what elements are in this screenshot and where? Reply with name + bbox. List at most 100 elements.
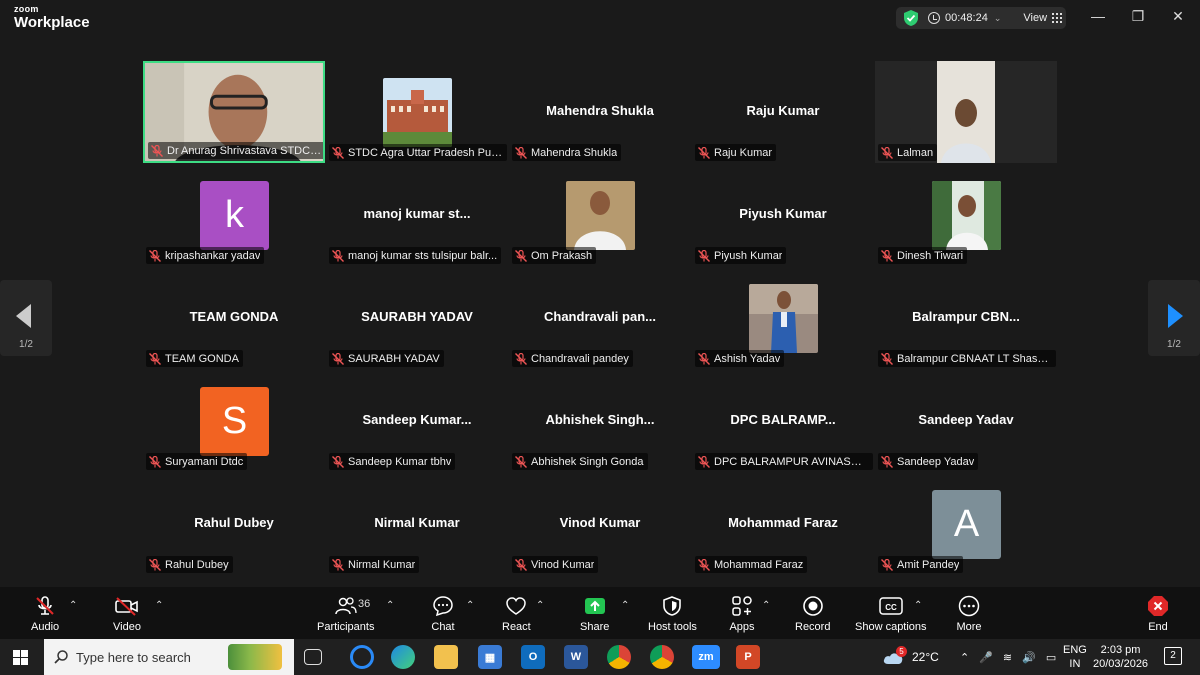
prev-page-button[interactable]: 1/2 (0, 280, 52, 356)
participant-name: Vinod Kumar (531, 558, 595, 571)
task-view-icon[interactable] (304, 649, 322, 665)
system-tray: ⌃ 🎤 ≋ 🔊 ▭ (960, 639, 1056, 675)
more-button[interactable]: More (955, 595, 983, 633)
participant-tile[interactable]: Dinesh Tiwari (875, 164, 1057, 266)
participant-name: Nirmal Kumar (348, 558, 416, 571)
mic-muted-icon (697, 146, 711, 159)
windows-start-icon[interactable] (13, 650, 28, 665)
audio-button[interactable]: Audio (31, 595, 59, 633)
participant-tile[interactable]: TEAM GONDA TEAM GONDA (143, 267, 325, 369)
tray-chevron-up-icon[interactable]: ⌃ (960, 651, 969, 664)
participant-display-name: Mohammad Faraz (728, 515, 838, 530)
taskbar-clock[interactable]: 2:03 pm 20/03/2026 (1093, 643, 1148, 671)
search-placeholder: Type here to search (76, 649, 191, 665)
participant-name-label: Vinod Kumar (512, 556, 599, 573)
participant-tile[interactable]: S Suryamani Dtdc (143, 370, 325, 472)
heart-icon (502, 595, 530, 617)
mic-tray-icon[interactable]: 🎤 (979, 651, 993, 664)
share-button[interactable]: Share (580, 595, 609, 633)
participant-tile[interactable]: Lalman (875, 61, 1057, 163)
weather-widget[interactable]: 5 22°C (882, 639, 939, 675)
react-button[interactable]: React (502, 595, 531, 633)
participant-tile[interactable]: Mohammad Faraz Mohammad Faraz (692, 473, 874, 575)
participant-tile[interactable]: manoj kumar st... manoj kumar sts tulsipu… (326, 164, 508, 266)
record-button[interactable]: Record (795, 595, 830, 633)
taskbar-search[interactable]: Type here to search (44, 639, 294, 675)
edge-icon[interactable] (391, 645, 415, 669)
language-indicator[interactable]: ENG IN (1063, 643, 1087, 671)
powerpoint-icon[interactable]: P (736, 645, 760, 669)
zoom-app-icon[interactable]: zm (692, 645, 720, 669)
participant-tile[interactable]: Sandeep Kumar... Sandeep Kumar tbhv (326, 370, 508, 472)
participant-tile[interactable]: SAURABH YADAV SAURABH YADAV (326, 267, 508, 369)
meeting-timer: 00:48:24 (945, 12, 988, 24)
outlook-icon[interactable]: O (521, 645, 545, 669)
participants-chevron-up-icon[interactable]: ⌃ (386, 600, 394, 611)
mic-muted-icon (514, 455, 528, 468)
notification-icon[interactable]: 2 (1164, 647, 1182, 665)
mic-muted-icon (697, 558, 711, 571)
participant-name: Rahul Dubey (165, 558, 229, 571)
participant-tile[interactable]: DPC BALRAMP... DPC BALRAMPUR AVINASH VI..… (692, 370, 874, 472)
participant-tile[interactable]: Chandravali pan... Chandravali pandey (509, 267, 691, 369)
close-icon[interactable]: ✕ (1163, 8, 1193, 25)
store-icon[interactable]: ▦ (478, 645, 502, 669)
search-highlight-image (228, 644, 282, 670)
word-icon[interactable]: W (564, 645, 588, 669)
weather-badge: 5 (896, 646, 907, 657)
mic-muted-icon (331, 249, 345, 262)
participant-name-label: Lalman (878, 144, 938, 161)
react-chevron-up-icon[interactable]: ⌃ (536, 600, 544, 611)
chat-button[interactable]: Chat (429, 595, 457, 633)
restore-icon[interactable]: ❐ (1123, 8, 1153, 25)
minimize-icon[interactable]: — (1083, 8, 1113, 24)
participant-tile[interactable]: Nirmal Kumar Nirmal Kumar (326, 473, 508, 575)
participant-tile[interactable]: Raju Kumar Raju Kumar (692, 61, 874, 163)
participant-tile[interactable]: Abhishek Singh... Abhishek Singh Gonda (509, 370, 691, 472)
participant-display-name: Mahendra Shukla (546, 103, 654, 118)
participant-display-name: TEAM GONDA (189, 309, 279, 324)
video-chevron-up-icon[interactable]: ⌃ (155, 600, 163, 611)
timer-chevron-down-icon[interactable]: ⌄ (994, 13, 1002, 24)
participant-tile[interactable]: Om Prakash (509, 164, 691, 266)
video-button[interactable]: Video (113, 595, 141, 633)
participant-tile[interactable]: Mahendra Shukla Mahendra Shukla (509, 61, 691, 163)
mic-muted-icon (31, 595, 59, 617)
view-button[interactable]: View (1023, 12, 1063, 24)
chat-chevron-up-icon[interactable]: ⌃ (466, 600, 474, 611)
participant-name-label: DPC BALRAMPUR AVINASH VI... (695, 453, 873, 470)
participant-name-label: TEAM GONDA (146, 350, 243, 367)
participant-tile[interactable]: k kripashankar yadav (143, 164, 325, 266)
participant-tile[interactable]: Ashish Yadav (692, 267, 874, 369)
battery-icon[interactable]: ▭ (1046, 651, 1056, 664)
participant-tile[interactable]: Piyush Kumar Piyush Kumar (692, 164, 874, 266)
volume-icon[interactable]: 🔊 (1022, 651, 1036, 664)
apps-button[interactable]: Apps (728, 595, 756, 633)
page-indicator-right: 1/2 (1167, 339, 1181, 350)
chrome-icon[interactable] (607, 645, 631, 669)
cortana-icon[interactable] (350, 645, 374, 669)
participant-tile[interactable]: A Amit Pandey (875, 473, 1057, 575)
participant-display-name: DPC BALRAMP... (730, 412, 836, 427)
captions-chevron-up-icon[interactable]: ⌃ (914, 600, 922, 611)
grid-view-icon (1052, 13, 1063, 23)
participant-name-label: Ashish Yadav (695, 350, 785, 367)
end-button[interactable]: End (1144, 595, 1172, 633)
file-explorer-icon[interactable] (434, 645, 458, 669)
participant-tile[interactable]: STDC Agra Uttar Pradesh Pub... (326, 61, 508, 163)
next-page-button[interactable]: 1/2 (1148, 280, 1200, 356)
audio-chevron-up-icon[interactable]: ⌃ (69, 600, 77, 611)
share-chevron-up-icon[interactable]: ⌃ (621, 600, 629, 611)
participant-name: manoj kumar sts tulsipur balr... (348, 249, 498, 262)
participant-tile[interactable]: Sandeep Yadav Sandeep Yadav (875, 370, 1057, 472)
shield-icon[interactable] (904, 10, 918, 26)
participant-tile[interactable]: Vinod Kumar Vinod Kumar (509, 473, 691, 575)
apps-chevron-up-icon[interactable]: ⌃ (762, 600, 770, 611)
participant-tile[interactable]: Balrampur CBN... Balrampur CBNAAT LT Shas… (875, 267, 1057, 369)
host-tools-button[interactable]: Host tools (648, 595, 697, 633)
chrome-icon-2[interactable] (650, 645, 674, 669)
participant-tile[interactable]: Dr Anurag Shrivastava STDC UP, ... (143, 61, 325, 163)
participant-tile[interactable]: Rahul Dubey Rahul Dubey (143, 473, 325, 575)
meeting-status-pill: 00:48:24 ⌄ View (896, 7, 1066, 29)
network-icon[interactable]: ≋ (1003, 651, 1012, 664)
